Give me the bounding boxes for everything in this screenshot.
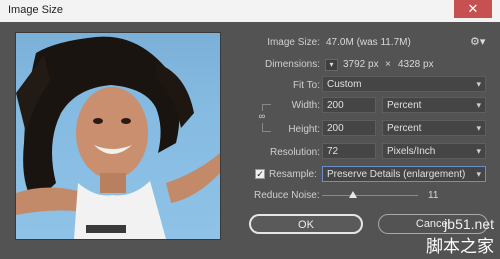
gear-icon[interactable]: ⚙▾ [470, 35, 485, 48]
close-button[interactable]: ✕ [454, 0, 492, 18]
resolution-unit-value: Pixels/Inch [387, 146, 436, 157]
height-unit-select[interactable]: Percent ▾ [382, 120, 486, 136]
portrait-photo [16, 36, 220, 239]
chevron-down-icon: ▾ [476, 100, 481, 110]
width-unit-value: Percent [387, 100, 422, 111]
image-preview[interactable] [15, 32, 221, 240]
watermark-cn: 脚本之家 [426, 237, 494, 256]
reduce-noise-slider-thumb[interactable] [348, 191, 357, 198]
ok-button[interactable]: OK [249, 214, 363, 234]
resolution-value: 72 [327, 146, 339, 157]
dimensions-height-px: 4328 px [398, 59, 434, 70]
resolution-unit-select[interactable]: Pixels/Inch ▾ [382, 143, 486, 159]
resolution-label: Resolution: [269, 147, 320, 158]
image-size-label: Image Size: [267, 37, 320, 48]
window-titlebar: Image Size ✕ [0, 0, 500, 22]
fit-to-label: Fit To: [292, 80, 320, 91]
chevron-down-icon: ▾ [329, 60, 334, 69]
width-input[interactable]: 200 [322, 97, 376, 113]
fit-to-value: Custom [327, 79, 362, 90]
width-unit-select[interactable]: Percent ▾ [382, 97, 486, 113]
ok-button-label: OK [298, 219, 314, 231]
dimensions-label: Dimensions: [264, 59, 320, 70]
link-icon[interactable]: ∞ [257, 111, 267, 123]
reduce-noise-value: 11 [428, 190, 439, 201]
resample-label: Resample: [269, 169, 317, 180]
chevron-down-icon: ▾ [476, 123, 481, 133]
dimensions-units-dropdown[interactable]: ▾ [325, 59, 338, 71]
watermark-site: jb51.net [444, 216, 494, 232]
resample-select[interactable]: Preserve Details (enlargement) ▾ [322, 166, 486, 182]
image-size-value: 47.0M (was 11.7M) [326, 37, 411, 48]
resample-checkbox[interactable]: ✓ [255, 169, 265, 179]
dimensions-width-px: 3792 px [343, 59, 379, 70]
site-watermark: jb51.net 脚本之家 [426, 216, 494, 257]
resolution-input[interactable]: 72 [322, 143, 376, 159]
height-label: Height: [288, 124, 320, 135]
chevron-down-icon: ▾ [476, 79, 481, 89]
dimensions-times: × [385, 59, 391, 70]
window-title: Image Size [8, 4, 64, 16]
height-input[interactable]: 200 [322, 120, 376, 136]
width-label: Width: [291, 100, 320, 111]
height-unit-value: Percent [387, 123, 422, 134]
resample-value: Preserve Details (enlargement) [327, 169, 466, 180]
height-value: 200 [327, 123, 344, 134]
width-value: 200 [327, 100, 344, 111]
close-icon: ✕ [467, 1, 479, 16]
reduce-noise-label: Reduce Noise: [254, 190, 320, 201]
chevron-down-icon: ▾ [476, 169, 481, 179]
fit-to-select[interactable]: Custom ▾ [322, 76, 486, 92]
reduce-noise-track[interactable] [322, 195, 418, 196]
chevron-down-icon: ▾ [476, 146, 481, 156]
